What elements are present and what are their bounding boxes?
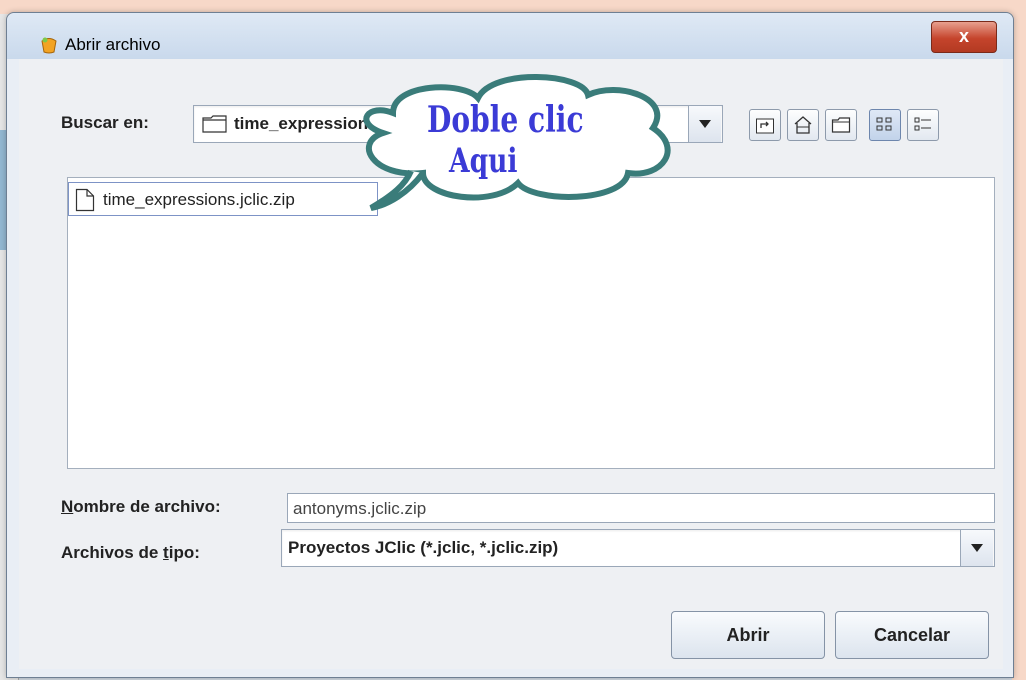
file-item[interactable]: time_expressions.jclic.zip [68, 182, 378, 216]
close-button[interactable]: x [931, 21, 997, 53]
home-button[interactable] [787, 109, 819, 141]
filename-label: Nombre de archivo: [61, 497, 221, 517]
file-name: time_expressions.jclic.zip [103, 190, 295, 209]
filename-label-text: ombre de archivo: [73, 497, 221, 516]
folder-icon [202, 115, 227, 133]
filetype-label: Archivos de tipo: [61, 543, 200, 563]
details-view-button[interactable] [907, 109, 939, 141]
look-in-label: Buscar en: [61, 113, 149, 132]
details-view-icon [914, 117, 931, 131]
callout-annotation: Doble clic Aqui [353, 73, 683, 223]
filetype-label-prefix: Archivos de [61, 543, 164, 562]
filename-label-mnemonic: N [61, 497, 74, 516]
up-folder-button[interactable] [749, 109, 781, 141]
filetype-value: Proyectos JClic (*.jclic, *.jclic.zip) [288, 538, 559, 557]
up-folder-icon [756, 118, 774, 134]
filetype-combobox[interactable]: Proyectos JClic (*.jclic, *.jclic.zip) [281, 529, 995, 567]
new-folder-button[interactable] [825, 109, 857, 141]
home-icon [794, 116, 812, 134]
callout-line-1: Doble clic [427, 99, 584, 141]
new-folder-icon [831, 117, 851, 133]
filename-value: antonyms.jclic.zip [293, 499, 427, 518]
chevron-down-icon[interactable] [960, 530, 993, 566]
list-view-icon [876, 117, 892, 131]
cloud-callout-shape [363, 74, 671, 211]
list-view-button[interactable] [869, 109, 901, 141]
dialog-title: Abrir archivo [65, 35, 161, 54]
open-file-dialog: Abrir archivo x Buscar en: time_expressi… [6, 12, 1014, 678]
filetype-label-rest: ipo: [168, 543, 200, 562]
chevron-down-icon[interactable] [688, 106, 721, 142]
cancel-button[interactable]: Cancelar [835, 611, 989, 659]
title-bar[interactable]: Abrir archivo x [7, 13, 1013, 59]
document-icon [75, 188, 95, 212]
page-border-right [1012, 0, 1026, 680]
open-button[interactable]: Abrir [671, 611, 825, 659]
callout-line-2: Aqui [449, 141, 518, 181]
jclic-app-icon [41, 37, 57, 54]
filename-input[interactable]: antonyms.jclic.zip [287, 493, 995, 523]
